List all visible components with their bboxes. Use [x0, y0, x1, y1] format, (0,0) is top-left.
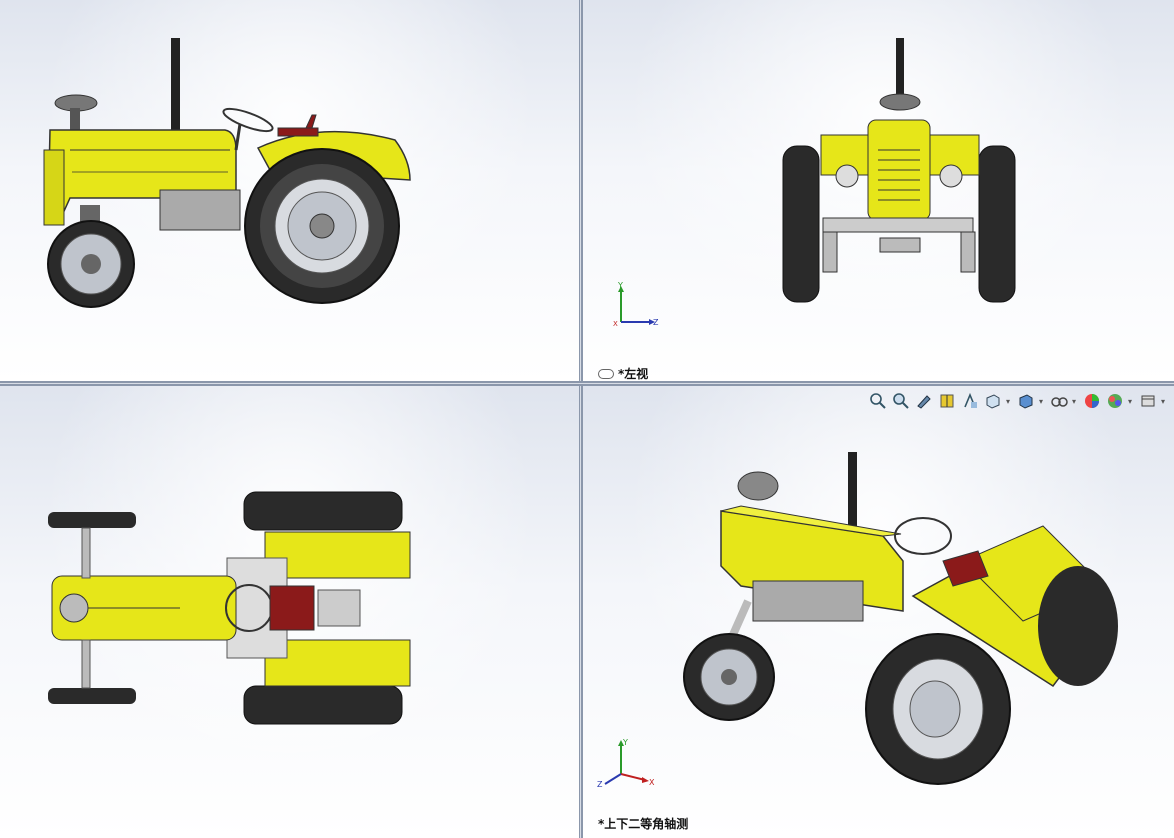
triad-y-label: Y: [617, 282, 623, 290]
triad-x-label: X: [649, 778, 655, 787]
viewport-dimetric-view[interactable]: ▾ ▾ ▾ ▾ ▾ Y X Z *上下二等角轴测: [583, 386, 1174, 838]
link-views-icon[interactable]: [598, 368, 614, 379]
tractor-side-view-model: [43, 38, 411, 308]
view-name-label: *上下二等角轴测: [598, 815, 688, 832]
tractor-front-view-model: [782, 38, 1016, 303]
coordinate-triad: Y X Z: [597, 738, 655, 788]
view-name-text: *左视: [618, 367, 649, 381]
triad-y-label: Y: [622, 738, 628, 747]
triad-z-label: Z: [653, 318, 659, 327]
coordinate-triad: Y Z X: [613, 282, 659, 328]
view-name-text: *上下二等角轴测: [598, 817, 689, 831]
viewport-top-view[interactable]: [0, 386, 579, 838]
tractor-top-view-model: [48, 491, 411, 725]
triad-z-label: Z: [597, 780, 603, 788]
viewport-front-side[interactable]: [0, 0, 579, 381]
triad-x-label: X: [613, 320, 618, 328]
viewport-left-view[interactable]: Y Z X *左视: [583, 0, 1174, 381]
tractor-isometric-model: [683, 452, 1118, 785]
view-name-label: *左视: [598, 365, 648, 381]
